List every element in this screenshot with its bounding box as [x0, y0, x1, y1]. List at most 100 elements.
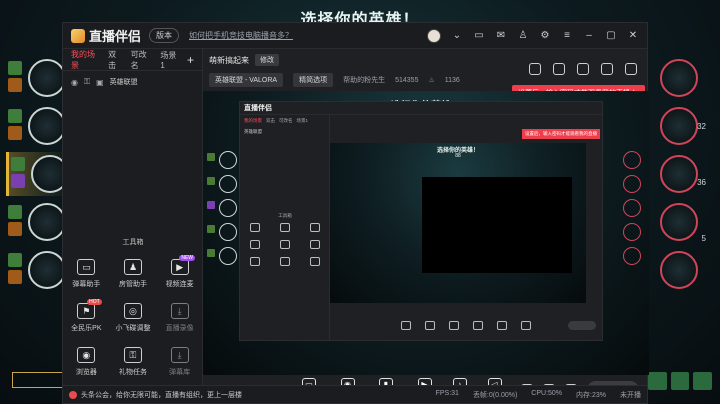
nested-title-bar: 直播伴侣 [240, 102, 602, 115]
preview-left-team [205, 149, 237, 269]
nested-toolbox-title: 工具箱 [278, 213, 292, 218]
tool-recording[interactable]: ⤓ 直播录像 [156, 303, 203, 333]
bg-frame [12, 372, 64, 388]
live-state: 未开播 [620, 391, 641, 399]
bg-slot [6, 248, 68, 292]
bg-slot [6, 104, 68, 148]
status-bar: 头条公会，给你无限可能，直播有组织，更上一层楼 FPS:31 丢帧:0(0.00… [63, 385, 647, 403]
game-icon: ▣ [96, 77, 104, 87]
tool-label: 房管助手 [118, 281, 147, 288]
fps: FPS:31 [435, 389, 459, 397]
tool-label: 全民乐PK [71, 325, 102, 332]
stats: FPS:31 丢帧:0(0.00%) CPU:50% 内存:23% 未开播 [436, 390, 641, 400]
minimize-icon[interactable]: – [583, 30, 595, 42]
avatar[interactable] [427, 28, 441, 43]
tool-label: 弹幕库 [169, 369, 191, 376]
nested-tab: 场景1 [296, 118, 309, 123]
edit-title-button[interactable]: 修改 [255, 54, 279, 66]
maximize-icon[interactable]: ▢ [605, 30, 617, 42]
tool-label: 弹幕助手 [72, 281, 101, 288]
add-scene-button[interactable]: + [187, 53, 194, 67]
gear-icon[interactable]: ⚙ [539, 30, 551, 42]
screen-root: 选择你的英雄！ 32 36 5 直播伴侣 版本 如何把手机竞技电脑播音多？ ⌄ [0, 0, 720, 404]
notice-text: 头条公会，给你无限可能，直播有组织，更上一层楼 [81, 391, 242, 399]
flyer-icon: ◎ [123, 303, 142, 319]
source-name: 英雄联盟 [109, 79, 138, 86]
bg-slot [654, 200, 716, 244]
tool-replay[interactable]: ⤓ 弹幕库 [156, 347, 203, 377]
app-body: 我的场景 双击 可改名 场景1 + ◉ ⚿ ▣ 英雄联盟 工具箱 ▭ 弹幕助手 ♟ 房… [63, 49, 649, 403]
dropped-frames: 丢帧:0(0.00%) [472, 391, 518, 399]
fans-count: 514355 [395, 76, 419, 84]
tool-label: 礼物任务 [118, 369, 147, 376]
tab-my-scene[interactable]: 我的场景 [71, 49, 100, 71]
mobile-help-link[interactable]: 如何把手机竞技电脑播音多？ [189, 30, 293, 41]
room-manager-icon: ♟ [123, 259, 142, 275]
bg-slot [654, 56, 716, 100]
tool-browser[interactable]: ◉ 浏览器 [63, 347, 110, 377]
menu-icon[interactable]: ≡ [561, 30, 573, 42]
tool-label: 视频连麦 [165, 281, 194, 288]
nested-meta [330, 115, 602, 129]
live-companion-window: 直播伴侣 版本 如何把手机竞技电脑播音多？ ⌄ ▭ ✉ ♙ ⚙ ≡ – ▢ ✕ … [62, 22, 649, 404]
lock-icon[interactable] [553, 63, 565, 75]
lock-icon[interactable]: ⚿ [84, 77, 90, 87]
nested-black-region [422, 177, 572, 273]
tool-gift-task[interactable]: ⚿ 礼物任务 [110, 347, 157, 377]
game-category-button[interactable]: 英雄联盟 - VALORA [209, 73, 284, 87]
fire-icon: ♨ [428, 77, 435, 84]
bell-icon[interactable] [601, 63, 613, 75]
tool-video-link[interactable]: ▶ NEW 视频连麦 [156, 255, 203, 289]
toolbox-grid: ▭ 弹幕助手 ♟ 房管助手 ▶ NEW 视频连麦 ⚑ HOT 全民乐PK ◎ 小飞碟调整 ⤓ 直播录像 ◉ 浏… [63, 255, 203, 377]
title-bar: 直播伴侣 版本 如何把手机竞技电脑播音多？ ⌄ ▭ ✉ ♙ ⚙ ≡ – ▢ ✕ [63, 23, 647, 49]
tool-flyer[interactable]: ◎ 小飞碟调整 [110, 303, 157, 333]
fans-label: 帮助的粉先生 [343, 77, 386, 84]
shirt-icon[interactable]: ♙ [517, 30, 529, 42]
app-name: 直播伴侣 [89, 29, 142, 44]
video-link-icon: ▶ [170, 259, 189, 275]
tool-barrage-helper[interactable]: ▭ 弹幕助手 [63, 259, 110, 289]
pk-icon: ⚑ [77, 303, 96, 319]
bg-number: 36 [697, 178, 706, 187]
tool-pk[interactable]: ⚑ HOT 全民乐PK [63, 299, 110, 333]
version-badge[interactable]: 版本 [149, 28, 180, 43]
bg-slot [654, 104, 716, 148]
nested-tab: 可改名 [279, 118, 293, 123]
main-area: 萌新搞起来 修改 英雄联盟 - VALORA 精简选项 帮助的粉先生 51435… [203, 49, 649, 403]
eye-icon[interactable]: ◉ [71, 78, 78, 87]
tool-label: 小飞碟调整 [115, 325, 151, 332]
nested-tab: 我的场景 [244, 118, 262, 123]
chevron-down-icon[interactable]: ⌄ [451, 30, 463, 42]
notice[interactable]: 头条公会，给你无限可能，直播有组织，更上一层楼 [69, 390, 242, 400]
nested-source: 英雄联盟 [244, 129, 262, 134]
bg-slot-active [6, 152, 69, 196]
nested-window: 直播伴侣 我的场景 双击 可改名 场景1 英雄联盟 工具箱 设置后，输入密码才能… [239, 101, 603, 341]
app-logo: 直播伴侣 [71, 26, 141, 45]
scene-panel: 我的场景 双击 可改名 场景1 + ◉ ⚿ ▣ 英雄联盟 工具箱 ▭ 弹幕助手 ♟ 房… [63, 49, 203, 403]
options-button[interactable]: 精简选项 [293, 73, 334, 87]
room-actions [529, 63, 637, 75]
speaker-icon [69, 390, 77, 399]
close-icon[interactable]: ✕ [627, 30, 639, 42]
cast-icon[interactable] [577, 63, 589, 75]
bg-slot [6, 200, 68, 244]
cpu: CPU:50% [531, 389, 563, 397]
nested-logo: 直播伴侣 [244, 105, 272, 112]
nested-preview: 选择你的英雄！ 88 [330, 143, 586, 303]
tool-room-manager[interactable]: ♟ 房管助手 [110, 259, 157, 289]
mail-icon[interactable]: ✉ [495, 30, 507, 42]
logo-icon [71, 28, 85, 43]
source-item[interactable]: ◉ ⚿ ▣ 英雄联盟 [63, 71, 202, 93]
tab-scene-1[interactable]: 场景1 [160, 50, 179, 70]
nested-controls [330, 321, 602, 330]
bg-number: 32 [697, 122, 706, 131]
tab-rename[interactable]: 可改名 [131, 49, 153, 71]
toolbox-title: 工具箱 [122, 239, 144, 246]
message-icon[interactable]: ▭ [473, 30, 485, 42]
tab-double-click[interactable]: 双击 [108, 49, 123, 71]
hot-count: 1136 [444, 76, 460, 84]
live-preview[interactable]: 选择你的英雄！ [203, 91, 649, 375]
share-icon[interactable] [625, 63, 637, 75]
layout-icon[interactable] [529, 63, 541, 75]
bg-slot [654, 152, 716, 196]
